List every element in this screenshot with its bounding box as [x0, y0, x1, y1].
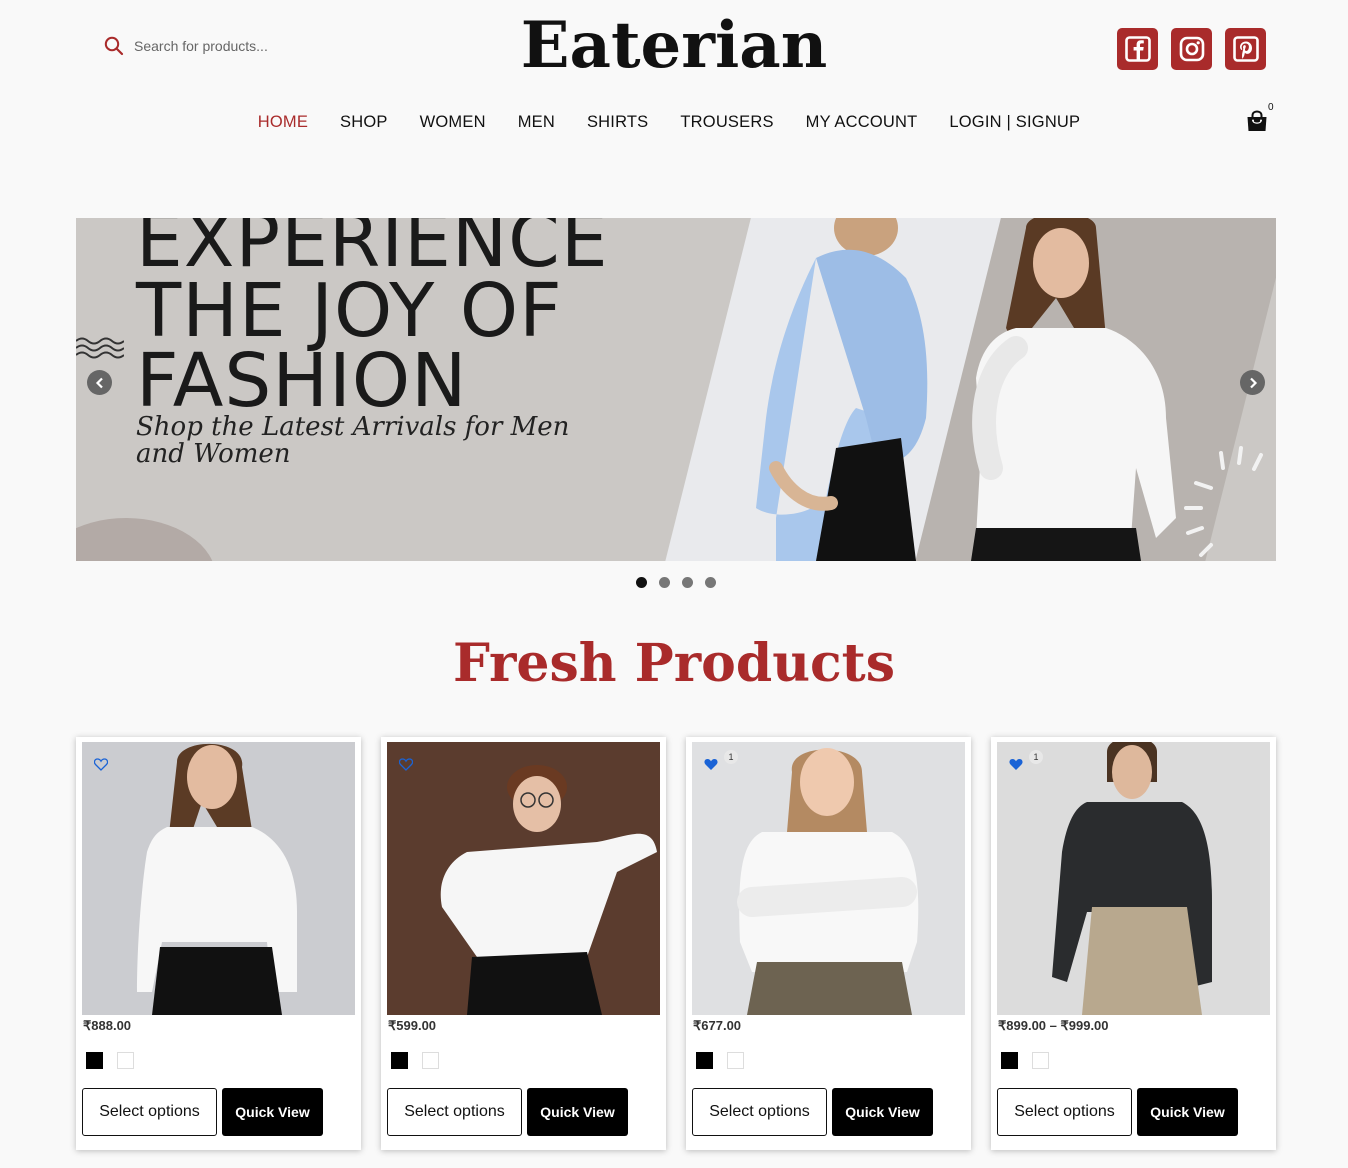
quick-view-button[interactable]: Quick View	[1137, 1088, 1238, 1136]
swatch-white[interactable]	[727, 1052, 744, 1069]
nav-item-women[interactable]: WOMEN	[420, 113, 486, 132]
color-swatches	[391, 1052, 439, 1069]
slider-next-button[interactable]	[1240, 370, 1265, 395]
color-swatches	[86, 1052, 134, 1069]
select-options-button[interactable]: Select options	[387, 1088, 522, 1136]
swatch-black[interactable]	[1001, 1052, 1018, 1069]
nav-item-login-signup[interactable]: LOGIN | SIGNUP	[949, 113, 1080, 132]
swatch-white[interactable]	[422, 1052, 439, 1069]
wishlist-heart-icon[interactable]	[1009, 758, 1023, 776]
color-swatches	[696, 1052, 744, 1069]
product-image[interactable]: 1	[692, 742, 965, 1015]
cart-button[interactable]: 0	[1245, 102, 1274, 135]
product-price: ₹899.00 – ₹999.00	[998, 1018, 1109, 1033]
facebook-icon[interactable]	[1117, 28, 1158, 70]
swatch-black[interactable]	[696, 1052, 713, 1069]
slider-dot[interactable]	[659, 577, 670, 588]
hero-headline-line: FASHION	[136, 338, 468, 424]
swatch-white[interactable]	[117, 1052, 134, 1069]
quick-view-button[interactable]: Quick View	[527, 1088, 628, 1136]
product-card: ₹888.00 Select options Quick View	[76, 737, 361, 1150]
chevron-left-icon	[95, 377, 103, 388]
wishlist-heart-icon[interactable]	[398, 758, 414, 776]
select-options-button[interactable]: Select options	[82, 1088, 217, 1136]
product-price: ₹599.00	[388, 1018, 437, 1033]
slider-prev-button[interactable]	[87, 370, 112, 395]
swatch-black[interactable]	[86, 1052, 103, 1069]
social-links	[1117, 28, 1266, 70]
product-card: 1 ₹899.00 – ₹999.00 Select options Quick…	[991, 737, 1276, 1150]
nav-item-shop[interactable]: SHOP	[340, 113, 388, 132]
color-swatches	[1001, 1052, 1049, 1069]
select-options-button[interactable]: Select options	[997, 1088, 1132, 1136]
swatch-white[interactable]	[1032, 1052, 1049, 1069]
wishlist-heart-icon[interactable]	[93, 758, 109, 776]
cart-count: 0	[1268, 102, 1274, 113]
section-title: Fresh Products	[453, 633, 895, 694]
swatch-black[interactable]	[391, 1052, 408, 1069]
quick-view-button[interactable]: Quick View	[222, 1088, 323, 1136]
slider-dot[interactable]	[705, 577, 716, 588]
slider-dot[interactable]	[682, 577, 693, 588]
hero-model-blue-shirt	[756, 218, 928, 561]
chevron-right-icon	[1249, 377, 1257, 388]
product-image[interactable]: 1	[997, 742, 1270, 1015]
hero-headline: EXPERIENCE THE JOY OF FASHION	[136, 218, 609, 424]
product-image[interactable]	[82, 742, 355, 1015]
slider-pagination	[636, 577, 716, 588]
product-grid: ₹888.00 Select options Quick View ₹599.0…	[76, 737, 1276, 1150]
wishlist-count: 1	[724, 750, 738, 764]
select-options-button[interactable]: Select options	[692, 1088, 827, 1136]
hero-subheadline-line: and Women	[136, 439, 291, 469]
pinterest-icon[interactable]	[1225, 28, 1266, 70]
product-card: ₹599.00 Select options Quick View	[381, 737, 666, 1150]
nav-item-trousers[interactable]: TROUSERS	[680, 113, 773, 132]
wishlist-heart-icon[interactable]	[704, 758, 718, 776]
instagram-icon[interactable]	[1171, 28, 1212, 70]
quick-view-button[interactable]: Quick View	[832, 1088, 933, 1136]
nav-item-home[interactable]: HOME	[258, 113, 308, 132]
hero-subheadline-line: Shop the Latest Arrivals for Men	[136, 412, 570, 442]
hero-slider[interactable]: EXPERIENCE THE JOY OF FASHION Shop the L…	[76, 218, 1276, 561]
slider-dot[interactable]	[636, 577, 647, 588]
decorative-sunburst	[1184, 446, 1263, 557]
hero-subheadline: Shop the Latest Arrivals for Men and Wom…	[136, 414, 569, 468]
decorative-blob	[76, 518, 216, 561]
product-card: 1 ₹677.00 Select options Quick View	[686, 737, 971, 1150]
main-nav: HOME SHOP WOMEN MEN SHIRTS TROUSERS MY A…	[0, 113, 1348, 132]
decorative-waves	[76, 337, 124, 359]
product-price: ₹888.00	[83, 1018, 132, 1033]
nav-item-men[interactable]: MEN	[518, 113, 555, 132]
wishlist-count: 1	[1029, 750, 1043, 764]
product-price: ₹677.00	[693, 1018, 742, 1033]
nav-item-my-account[interactable]: MY ACCOUNT	[806, 113, 918, 132]
nav-item-shirts[interactable]: SHIRTS	[587, 113, 648, 132]
product-image[interactable]	[387, 742, 660, 1015]
hero-headline-line: THE JOY OF	[136, 268, 563, 354]
shopping-bag-icon	[1247, 110, 1267, 131]
